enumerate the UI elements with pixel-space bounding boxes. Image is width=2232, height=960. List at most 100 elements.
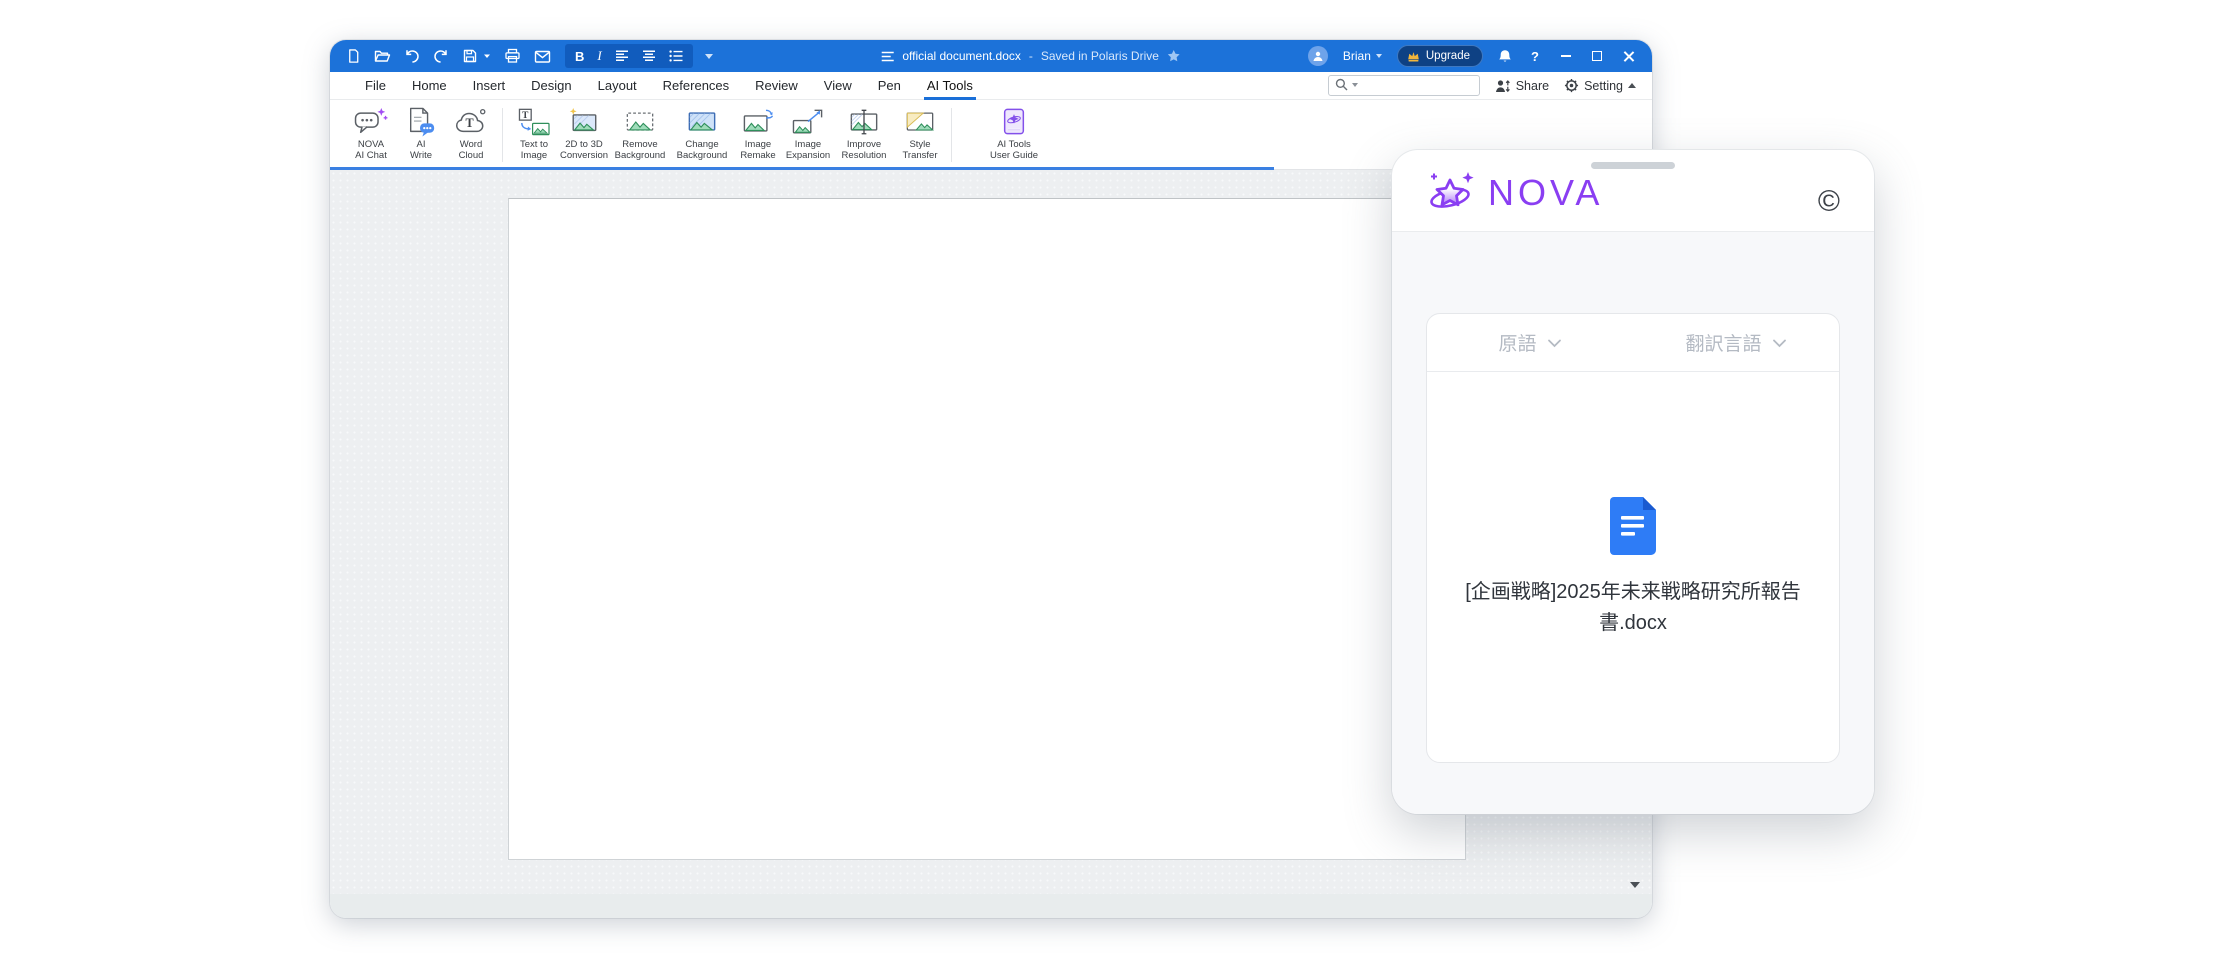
upgrade-label: Upgrade <box>1426 50 1470 62</box>
ribbon-label: ImproveResolution <box>842 140 887 162</box>
document-title-group: official document.docx - Saved in Polari… <box>880 40 1181 72</box>
ribbon-change-background[interactable]: ChangeBackground <box>671 106 733 162</box>
user-menu[interactable]: Brian <box>1343 49 1382 63</box>
ribbon-image-remake[interactable]: ImageRemake <box>733 106 783 162</box>
setting-button[interactable]: Setting <box>1564 78 1636 93</box>
document-page[interactable] <box>508 198 1466 860</box>
nova-translation-panel: NOVA © 原語 翻訳言語 <box>1392 150 1874 814</box>
nova-brand: NOVA <box>1426 169 1603 217</box>
redo-icon[interactable] <box>433 48 449 64</box>
ribbon-ai-tools-user-guide[interactable]: AI ToolsUser Guide <box>982 106 1046 162</box>
close-button[interactable] <box>1620 51 1636 62</box>
ribbon-text-to-image[interactable]: T Text toImage <box>509 106 559 162</box>
menubar: File Home Insert Design Layout Reference… <box>330 72 1652 100</box>
ribbon-nova-ai-chat[interactable]: NOVAAI Chat <box>346 106 396 162</box>
tab-insert[interactable]: Insert <box>460 72 519 100</box>
2d-to-3d-conversion-icon <box>567 106 601 138</box>
ribbon-word-cloud[interactable]: T WordCloud <box>446 106 496 162</box>
ribbon-image-expansion[interactable]: ImageExpansion <box>783 106 833 162</box>
setting-label: Setting <box>1584 79 1623 93</box>
style-transfer-icon <box>903 106 937 138</box>
improve-resolution-icon <box>847 106 881 138</box>
setting-caret-icon <box>1628 83 1636 88</box>
tab-view[interactable]: View <box>811 72 865 100</box>
tab-references[interactable]: References <box>650 72 742 100</box>
ribbon-label: ImageRemake <box>740 140 775 162</box>
ribbon-remove-background[interactable]: RemoveBackground <box>609 106 671 162</box>
share-label: Share <box>1516 79 1549 93</box>
user-avatar[interactable] <box>1308 46 1328 66</box>
search-scope-caret-icon[interactable] <box>1352 83 1358 87</box>
save-dropdown-caret-icon[interactable] <box>483 52 491 60</box>
document-list-icon[interactable] <box>880 51 894 62</box>
word-cloud-icon: T <box>454 106 488 138</box>
tab-review[interactable]: Review <box>742 72 811 100</box>
tab-layout[interactable]: Layout <box>585 72 650 100</box>
ai-write-icon <box>405 106 437 138</box>
notifications-bell-icon[interactable] <box>1498 49 1512 64</box>
source-language-select[interactable]: 原語 <box>1427 329 1633 356</box>
ai-tools-user-guide-icon <box>1000 106 1028 138</box>
remove-background-icon <box>623 106 657 138</box>
text-to-image-icon: T <box>517 106 551 138</box>
chevron-down-icon <box>1547 338 1562 348</box>
ribbon-style-transfer[interactable]: StyleTransfer <box>895 106 945 162</box>
ribbon-2d-to-3d[interactable]: 2D to 3DConversion <box>559 106 609 162</box>
email-icon[interactable] <box>534 49 551 64</box>
language-selector-row: 原語 翻訳言語 <box>1427 314 1839 372</box>
tab-home[interactable]: Home <box>399 72 460 100</box>
restore-button[interactable] <box>1589 51 1605 61</box>
tab-file[interactable]: File <box>352 72 399 100</box>
saved-status: Saved in Polaris Drive <box>1041 49 1159 63</box>
ribbon-improve-resolution[interactable]: ImproveResolution <box>833 106 895 162</box>
ribbon-label: AIWrite <box>410 140 432 162</box>
panel-drag-handle[interactable] <box>1591 162 1675 169</box>
print-icon[interactable] <box>504 48 521 64</box>
help-button[interactable]: ? <box>1527 50 1543 63</box>
ribbon-ai-write[interactable]: AIWrite <box>396 106 446 162</box>
gear-icon <box>1564 78 1579 93</box>
nova-brand-name: NOVA <box>1488 172 1603 214</box>
upgrade-button[interactable]: Upgrade <box>1397 45 1483 67</box>
save-icon[interactable] <box>462 48 478 64</box>
copyright-icon[interactable]: © <box>1818 187 1840 217</box>
bullet-list-icon[interactable] <box>669 50 683 62</box>
tab-ai-tools[interactable]: AI Tools <box>914 72 986 100</box>
svg-text:T: T <box>522 111 529 121</box>
ribbon-label: Text toImage <box>520 140 548 162</box>
user-caret-icon <box>1376 54 1382 58</box>
new-document-icon[interactable] <box>346 48 361 64</box>
crown-icon <box>1407 51 1420 62</box>
italic-button[interactable]: I <box>597 48 601 64</box>
image-remake-icon <box>741 106 775 138</box>
change-background-icon <box>685 106 719 138</box>
format-quick-group: B I <box>565 44 693 68</box>
align-left-icon[interactable] <box>615 50 629 62</box>
bold-button[interactable]: B <box>575 49 584 64</box>
search-icons <box>1335 78 1358 91</box>
file-name: [企画戦略]2025年未来戦略研究所報告書.docx <box>1465 577 1801 639</box>
target-language-select[interactable]: 翻訳言語 <box>1633 329 1839 356</box>
minimize-button[interactable] <box>1558 55 1574 57</box>
document-file-icon <box>1610 497 1656 555</box>
titlebar: B I official document.docx - S <box>330 40 1652 72</box>
ribbon-label: AI ToolsUser Guide <box>990 140 1038 162</box>
tab-pen[interactable]: Pen <box>865 72 914 100</box>
scroll-down-arrow-icon[interactable] <box>1630 882 1640 888</box>
toolbar-more-caret-icon[interactable] <box>705 54 713 59</box>
quick-access-toolbar <box>346 48 551 64</box>
open-folder-icon[interactable] <box>374 48 391 64</box>
ribbon-label: WordCloud <box>459 140 484 162</box>
file-drop-area[interactable]: [企画戦略]2025年未来戦略研究所報告書.docx <box>1427 372 1839 763</box>
status-separator: - <box>1029 49 1033 63</box>
titlebar-right-group: Brian Upgrade ? <box>1308 45 1636 67</box>
align-center-icon[interactable] <box>642 50 656 62</box>
panel-body: 原語 翻訳言語 [企画戦略] <box>1392 232 1874 814</box>
undo-icon[interactable] <box>404 48 420 64</box>
restore-icon <box>1592 51 1602 61</box>
favorite-star-icon[interactable] <box>1167 49 1181 63</box>
svg-text:T: T <box>466 116 474 130</box>
share-button[interactable]: Share <box>1495 79 1549 93</box>
tab-design[interactable]: Design <box>518 72 584 100</box>
image-expansion-icon <box>791 106 825 138</box>
